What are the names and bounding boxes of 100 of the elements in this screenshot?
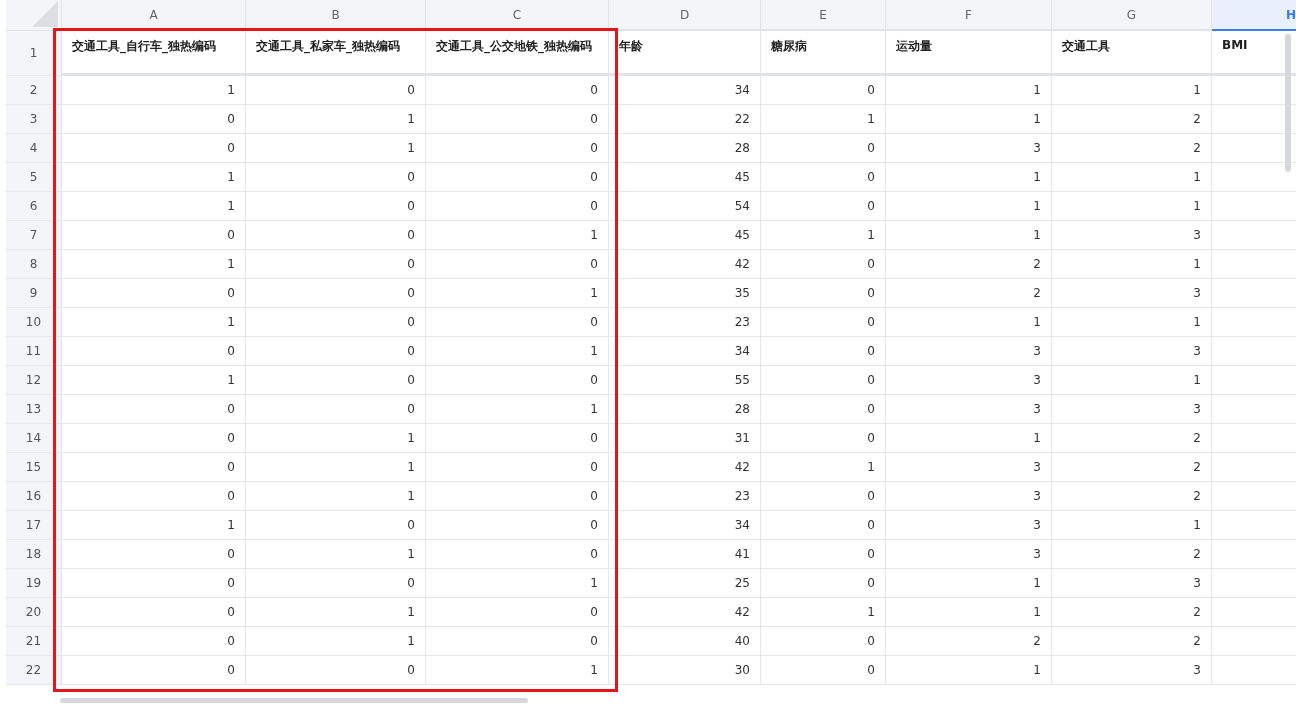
table-cell: 28 (734, 402, 750, 416)
row-number[interactable]: 20 (6, 598, 62, 627)
row-number[interactable]: 5 (6, 163, 62, 192)
row-number[interactable]: 16 (6, 482, 62, 511)
table-cell: 34 (734, 83, 750, 97)
table-cell: 0 (590, 112, 598, 126)
row-number[interactable]: 18 (6, 540, 62, 569)
table-cell: 1 (407, 112, 415, 126)
table-cell: 0 (867, 576, 875, 590)
row-number[interactable]: 14 (6, 424, 62, 453)
header-cell-text: 运动量 (896, 38, 932, 55)
table-cell: 2 (1193, 634, 1201, 648)
row-number[interactable]: 19 (6, 569, 62, 598)
row-number[interactable]: 1 (6, 31, 62, 76)
row-number[interactable]: 4 (6, 134, 62, 163)
table-cell: 1 (590, 286, 598, 300)
row-number[interactable]: 13 (6, 395, 62, 424)
header-cell-text: 交通工具 (1062, 38, 1110, 55)
row-number[interactable]: 12 (6, 366, 62, 395)
table-cell: 0 (867, 141, 875, 155)
table-cell: 0 (590, 199, 598, 213)
header-cell-text: BMI (1222, 38, 1248, 52)
table-cell: 1 (590, 402, 598, 416)
table-cell: 0 (407, 199, 415, 213)
table-cell: 0 (590, 315, 598, 329)
table-cell: 1 (590, 576, 598, 590)
table-cell: 0 (867, 257, 875, 271)
table-cell: 2 (1193, 489, 1201, 503)
table-cell: 0 (590, 431, 598, 445)
table-cell: 25 (734, 576, 750, 590)
row-number[interactable]: 8 (6, 250, 62, 279)
table-cell: 1 (867, 605, 875, 619)
table-cell: 1 (227, 257, 235, 271)
table-cell: 1 (1033, 663, 1041, 677)
table-cell: 1 (1033, 112, 1041, 126)
row-number[interactable]: 17 (6, 511, 62, 540)
table-cell: 3 (1033, 518, 1041, 532)
table-cell: 23 (734, 315, 750, 329)
table-cell: 41 (734, 547, 750, 561)
row-number[interactable]: 22 (6, 656, 62, 685)
row-number[interactable]: 2 (6, 76, 62, 105)
table-cell: 0 (867, 634, 875, 648)
column-header[interactable]: G (1052, 0, 1212, 31)
table-cell: 0 (407, 576, 415, 590)
table-cell: 0 (590, 460, 598, 474)
table-cell: 0 (867, 518, 875, 532)
table-cell: 1 (1193, 373, 1201, 387)
table-cell: 0 (590, 373, 598, 387)
header-cell-text: 糖尿病 (771, 38, 807, 55)
table-cell: 2 (1193, 431, 1201, 445)
table-cell: 45 (734, 170, 750, 184)
table-cell: 3 (1193, 228, 1201, 242)
horizontal-scrollbar[interactable] (60, 698, 528, 703)
table-cell: 0 (407, 83, 415, 97)
row-number[interactable]: 9 (6, 279, 62, 308)
table-cell: 0 (590, 170, 598, 184)
table-cell: 22 (734, 112, 750, 126)
table-cell: 3 (1033, 460, 1041, 474)
table-cell: 3 (1033, 489, 1041, 503)
row-number[interactable]: 15 (6, 453, 62, 482)
row-number[interactable]: 7 (6, 221, 62, 250)
table-cell: 3 (1033, 547, 1041, 561)
table-cell: 3 (1193, 286, 1201, 300)
table-cell: 0 (867, 344, 875, 358)
row-number[interactable]: 11 (6, 337, 62, 366)
table-cell: 3 (1193, 402, 1201, 416)
table-cell: 0 (867, 170, 875, 184)
column-header[interactable]: F (886, 0, 1052, 31)
row-number[interactable]: 6 (6, 192, 62, 221)
table-cell: 1 (227, 170, 235, 184)
table-cell: 2 (1033, 634, 1041, 648)
table-cell: 31 (734, 431, 750, 445)
vertical-scrollbar[interactable] (1285, 34, 1291, 172)
table-cell: 1 (227, 199, 235, 213)
table-cell: 0 (407, 228, 415, 242)
column-header[interactable]: D (609, 0, 761, 31)
row-number[interactable]: 10 (6, 308, 62, 337)
table-cell: 3 (1033, 373, 1041, 387)
row-number[interactable]: 3 (6, 105, 62, 134)
table-cell: 1 (1193, 315, 1201, 329)
table-cell: 0 (227, 576, 235, 590)
table-cell: 0 (227, 286, 235, 300)
table-cell: 40 (734, 634, 750, 648)
table-cell: 2 (1193, 547, 1201, 561)
table-cell: 3 (1033, 141, 1041, 155)
table-cell: 1 (1033, 605, 1041, 619)
table-cell: 54 (734, 199, 750, 213)
table-cell: 3 (1193, 663, 1201, 677)
table-cell: 1 (227, 518, 235, 532)
table-cell: 0 (407, 344, 415, 358)
table-cell: 0 (407, 518, 415, 532)
table-cell: 0 (227, 605, 235, 619)
table-cell: 0 (407, 257, 415, 271)
table-cell: 3 (1193, 576, 1201, 590)
row-number[interactable]: 21 (6, 627, 62, 656)
table-cell: 0 (590, 547, 598, 561)
column-header[interactable]: E (761, 0, 886, 31)
table-cell: 0 (867, 547, 875, 561)
table-cell: 1 (1033, 83, 1041, 97)
header-cell-text: 交通工具_自行车_独热编码 (72, 38, 216, 55)
